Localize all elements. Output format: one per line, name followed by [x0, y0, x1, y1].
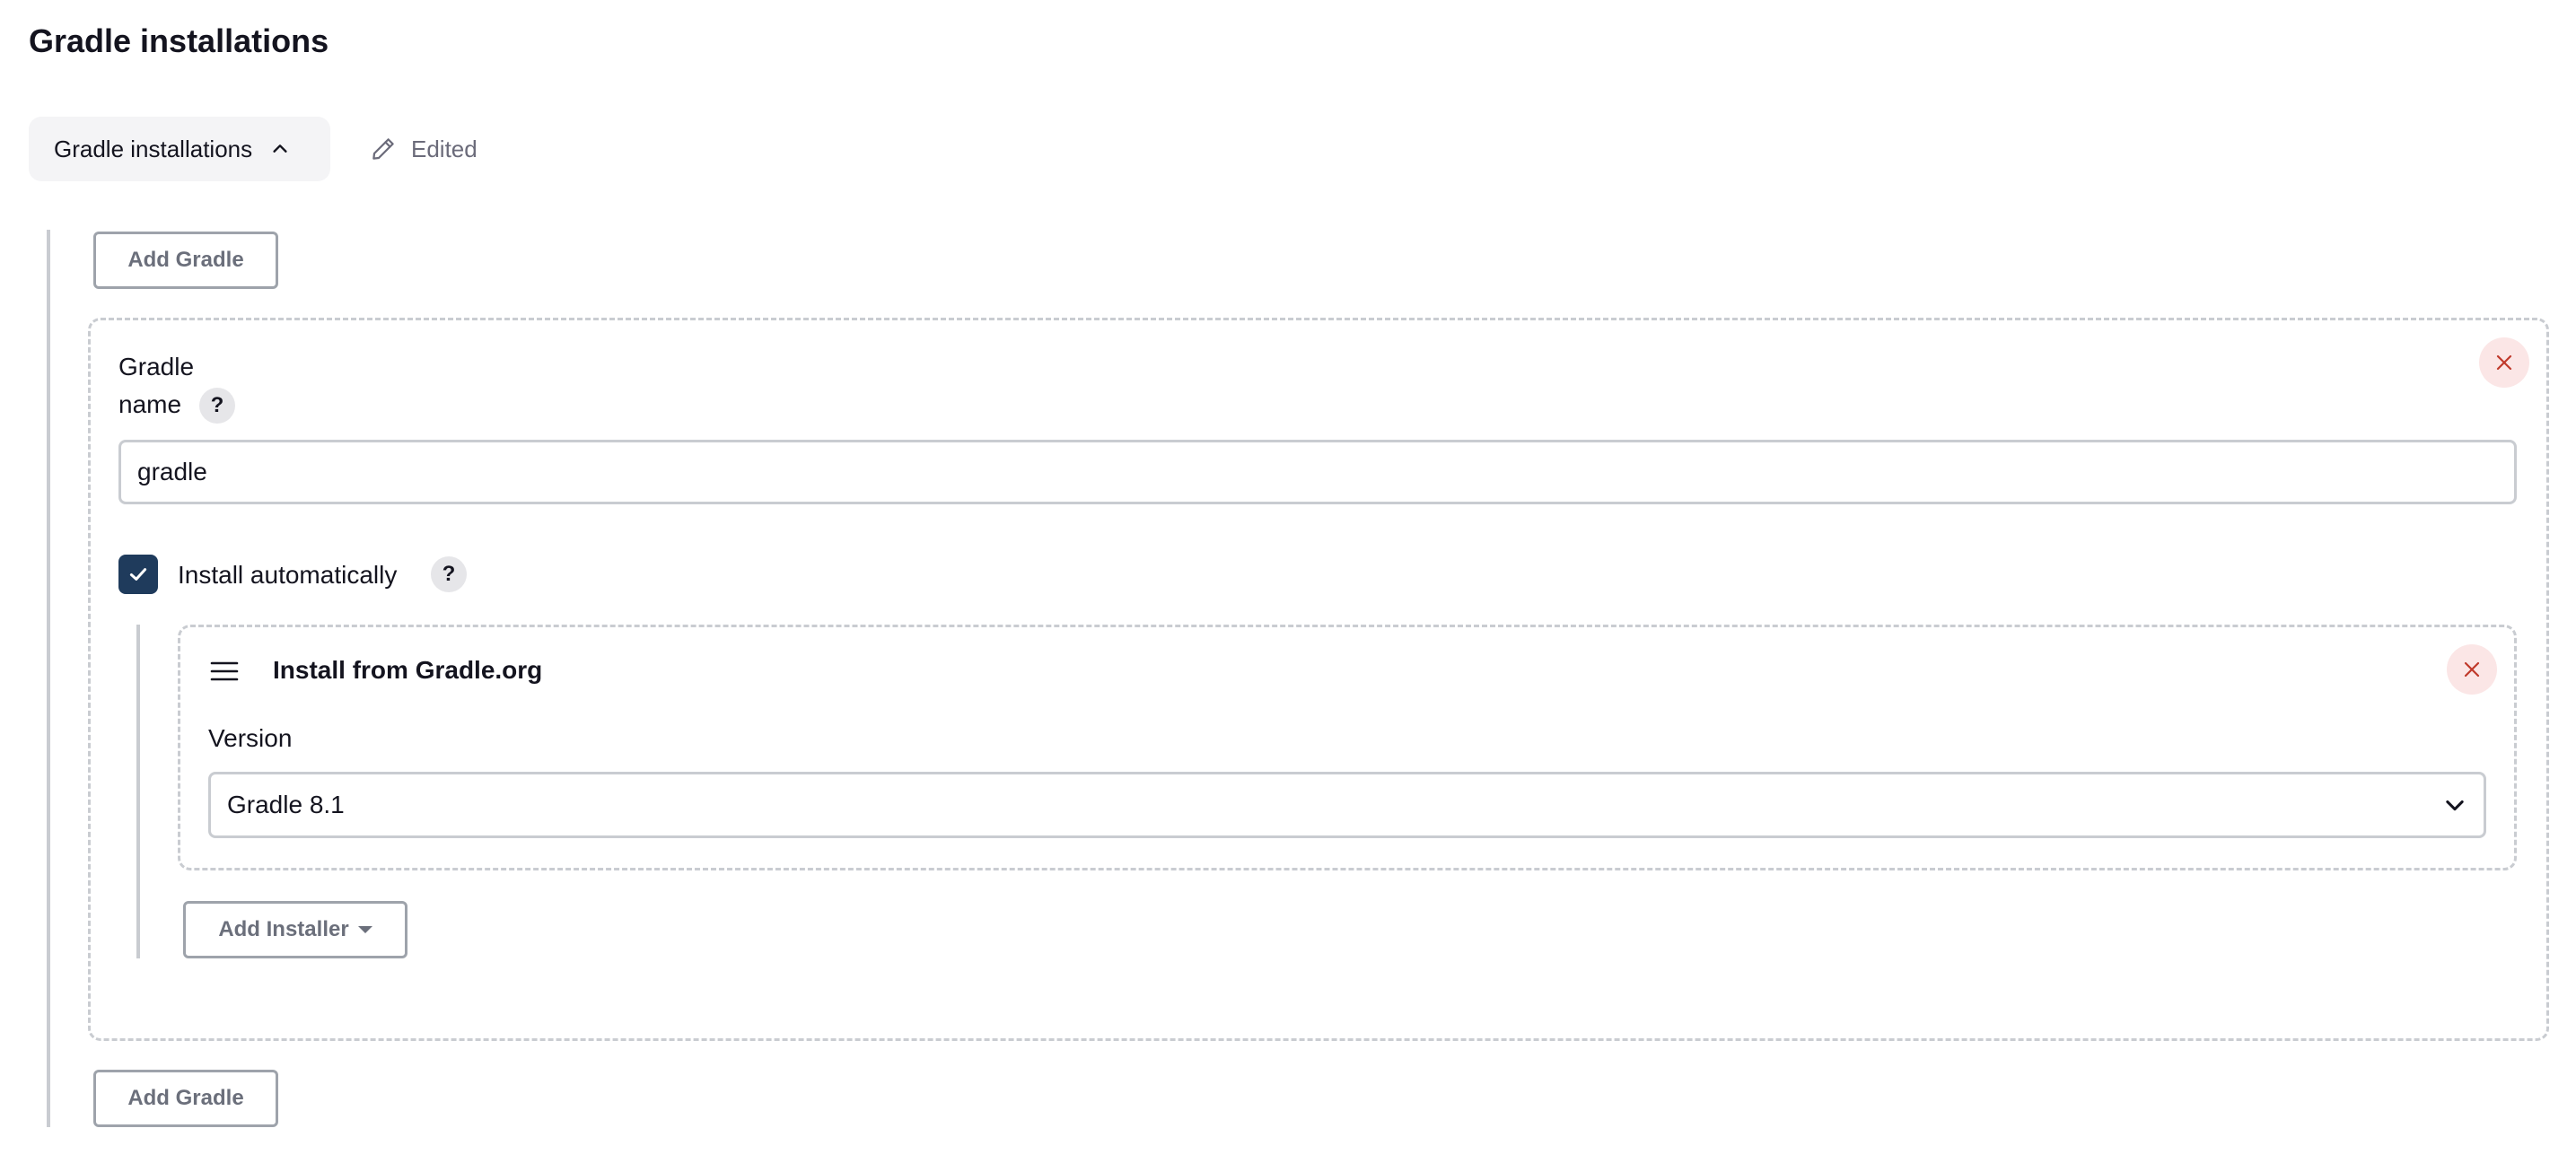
add-gradle-button-bottom[interactable]: Add Gradle [93, 1070, 278, 1127]
installer-title: Install from Gradle.org [273, 656, 543, 684]
add-installer-label: Add Installer [218, 917, 349, 941]
gradle-name-label-line1: Gradle [118, 353, 195, 380]
section-toggle-button[interactable]: Gradle installations [29, 117, 330, 181]
install-automatically-checkbox[interactable] [118, 555, 158, 594]
drag-handle-icon[interactable] [210, 659, 239, 684]
chevron-down-icon [2446, 800, 2464, 811]
installer-rail [136, 625, 140, 958]
close-icon [2464, 661, 2480, 678]
name-help-icon[interactable]: ? [199, 388, 235, 424]
checkmark-icon [129, 568, 147, 581]
gradle-name-input[interactable] [118, 440, 2517, 504]
remove-installer-button[interactable] [2447, 644, 2497, 695]
remove-installation-button[interactable] [2479, 337, 2529, 388]
chevron-up-icon [273, 144, 287, 153]
edited-status-text: Edited [411, 135, 478, 162]
version-select[interactable]: Gradle 8.1 [208, 772, 2486, 838]
caret-down-icon [357, 926, 372, 933]
install-automatically-help-icon[interactable]: ? [431, 556, 467, 592]
version-label: Version [208, 724, 293, 752]
gradle-name-label: Gradle name [118, 348, 194, 424]
version-select-value: Gradle 8.1 [227, 791, 345, 818]
section-rail [47, 230, 50, 1127]
add-gradle-button-top[interactable]: Add Gradle [93, 232, 278, 289]
close-icon [2496, 354, 2512, 371]
install-automatically-label[interactable]: Install automatically [178, 556, 397, 594]
add-installer-button[interactable]: Add Installer [183, 901, 407, 958]
page-title: Gradle installations [29, 22, 329, 59]
section-toggle-label: Gradle installations [54, 135, 253, 162]
pencil-icon [372, 138, 394, 160]
gradle-name-label-line2: name [118, 390, 182, 418]
edited-status: Edited [370, 127, 478, 171]
